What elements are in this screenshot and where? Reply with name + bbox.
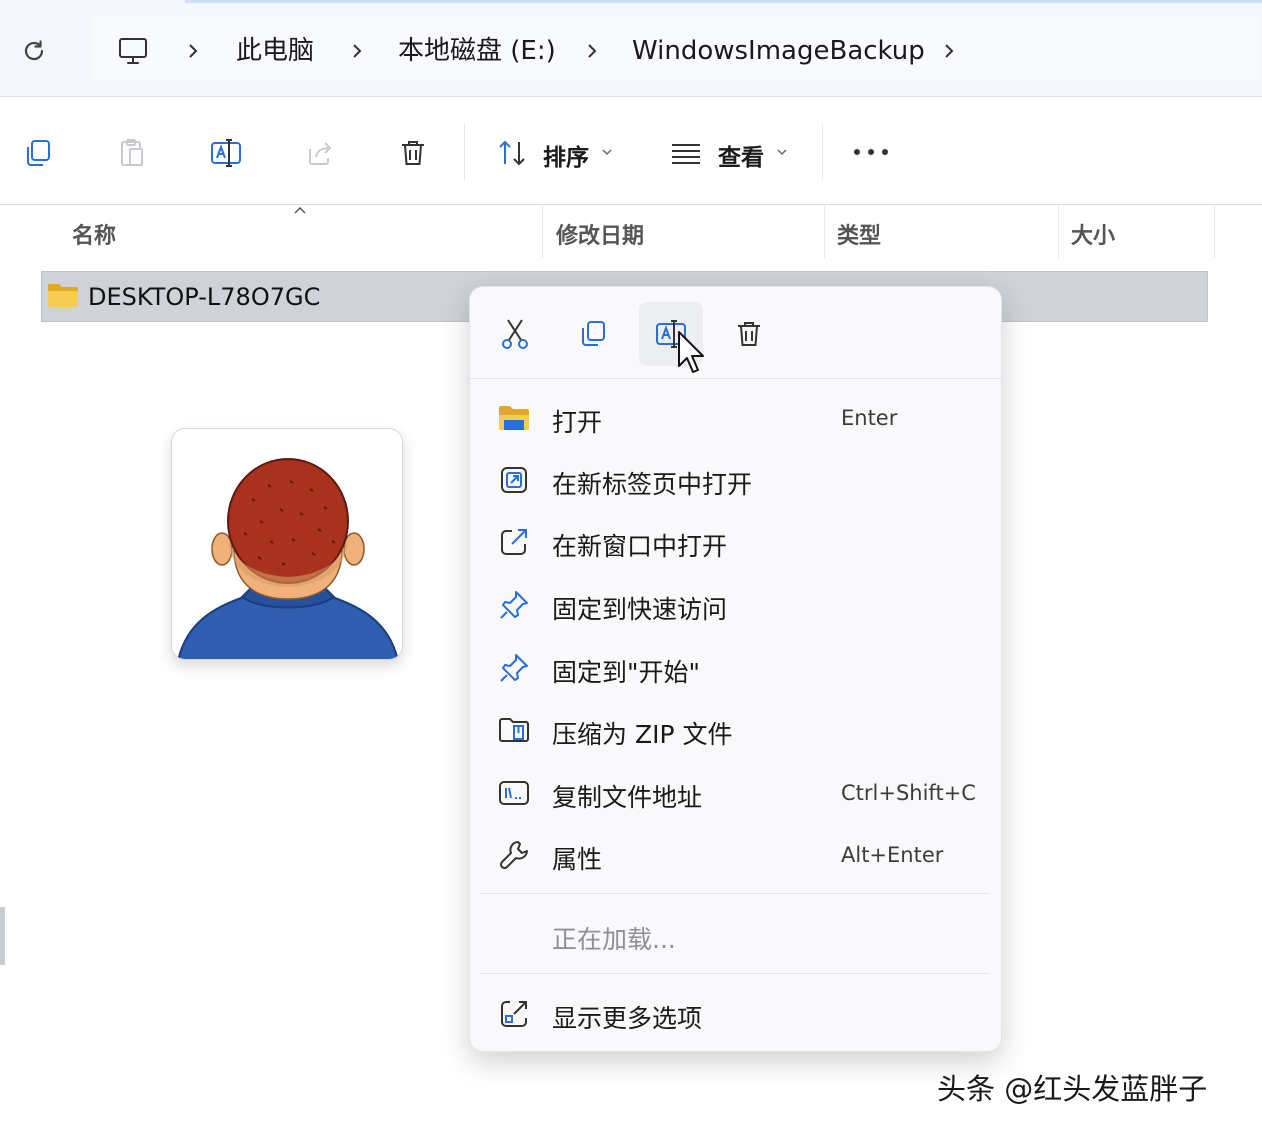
menu-item-pin-start[interactable] — [470, 640, 1001, 696]
copy-icon — [582, 321, 605, 346]
folder-icon — [48, 284, 78, 307]
delete-icon — [402, 141, 424, 165]
dot — [882, 149, 888, 155]
sort-ascending-icon — [294, 206, 306, 214]
chevron-right-icon[interactable] — [585, 39, 599, 63]
command-bar — [0, 97, 1262, 205]
copy-path-icon — [497, 776, 531, 810]
column-header-type[interactable]: 类型 — [837, 218, 881, 250]
sort-icon — [499, 140, 525, 166]
menu-shortcut-properties: Alt+Enter — [841, 843, 944, 867]
toolbar-separator — [464, 124, 465, 180]
menu-item-compress-zip[interactable] — [470, 702, 1001, 758]
chevron-right-icon[interactable] — [186, 39, 200, 63]
menu-label-properties: 属性 — [552, 845, 603, 874]
menu-shortcut-open: Enter — [841, 406, 898, 430]
rename-button[interactable] — [206, 133, 246, 173]
sort-label[interactable]: 排序 — [543, 138, 589, 172]
menu-label-copy-path: 复制文件地址 — [552, 783, 703, 812]
chevron-down-icon[interactable] — [602, 148, 612, 156]
menu-label-open-new-tab: 在新标签页中打开 — [552, 470, 753, 499]
delete-icon — [738, 322, 760, 346]
menu-label-show-more-options: 显示更多选项 — [552, 1004, 703, 1033]
wrench-icon — [497, 838, 531, 872]
share-icon — [309, 142, 332, 165]
chevron-right-icon[interactable] — [350, 39, 364, 63]
column-divider[interactable] — [824, 206, 825, 258]
refresh-icon — [24, 40, 44, 61]
menu-label-compress-zip: 压缩为 ZIP 文件 — [552, 720, 733, 749]
menu-item-show-more-options[interactable] — [470, 986, 1001, 1042]
rename-icon — [211, 139, 241, 167]
menu-item-open[interactable] — [470, 390, 1001, 446]
copy-button[interactable] — [561, 302, 625, 366]
menu-label-open-new-window: 在新窗口中打开 — [552, 532, 728, 561]
breadcrumb-this-pc[interactable]: 此电脑 — [236, 36, 314, 66]
copy-button[interactable] — [18, 133, 58, 173]
tab-strip-edge — [185, 0, 1262, 3]
share-button[interactable] — [300, 133, 340, 173]
column-divider[interactable] — [1214, 206, 1215, 258]
chevron-down-icon[interactable] — [777, 148, 787, 156]
breadcrumb-drive-e[interactable]: 本地磁盘 (E:) — [398, 36, 556, 66]
toolbar-separator — [822, 124, 823, 180]
column-header-modified[interactable]: 修改日期 — [556, 218, 644, 250]
scrollbar-thumb[interactable] — [0, 907, 5, 965]
dot — [854, 149, 860, 155]
paste-button[interactable] — [112, 133, 152, 173]
column-divider[interactable] — [542, 206, 543, 258]
mouse-cursor-icon — [678, 331, 704, 373]
menu-shortcut-copy-path: Ctrl+Shift+C — [841, 781, 976, 805]
refresh-button[interactable] — [16, 33, 52, 69]
cut-button[interactable] — [483, 302, 547, 366]
zip-icon — [497, 713, 531, 747]
column-header-name[interactable]: 名称 — [72, 218, 116, 250]
menu-label-pin-start: 固定到"开始" — [552, 658, 700, 687]
menu-item-pin-quick-access[interactable] — [470, 577, 1001, 633]
folder-open-icon — [497, 401, 531, 435]
more-icon[interactable] — [854, 149, 888, 157]
menu-divider — [480, 973, 990, 974]
column-divider[interactable] — [1058, 206, 1059, 258]
breadcrumb-windowsimagebackup[interactable]: WindowsImageBackup — [632, 36, 925, 66]
dot — [868, 149, 874, 155]
cut-icon — [502, 319, 528, 349]
chevron-right-icon[interactable] — [942, 39, 956, 63]
new-tab-icon — [497, 463, 531, 497]
file-name[interactable]: DESKTOP-L78O7GC — [88, 283, 320, 311]
show-more-icon — [497, 997, 531, 1031]
menu-divider — [470, 378, 1001, 379]
view-label[interactable]: 查看 — [718, 138, 764, 172]
pin-icon — [497, 588, 531, 622]
new-window-icon — [497, 525, 531, 559]
menu-label-open: 打开 — [552, 408, 603, 437]
view-list-icon — [672, 144, 700, 164]
menu-divider — [480, 893, 990, 894]
menu-label-pin-quick-access: 固定到快速访问 — [552, 595, 728, 624]
delete-button[interactable] — [393, 133, 433, 173]
paste-icon — [121, 139, 143, 166]
pin-icon — [497, 651, 531, 685]
view-button[interactable] — [666, 133, 706, 173]
sort-button[interactable] — [493, 133, 533, 173]
column-header-size[interactable]: 大小 — [1071, 218, 1115, 250]
avatar — [171, 428, 403, 660]
menu-loading-text: 正在加载... — [552, 925, 676, 954]
copy-icon — [27, 140, 50, 166]
delete-button[interactable] — [717, 302, 781, 366]
menu-item-open-new-window[interactable] — [470, 514, 1001, 570]
avatar-illustration — [177, 458, 399, 659]
watermark-text: 头条 @红头发蓝胖子 — [937, 1072, 1208, 1106]
this-pc-icon[interactable] — [117, 36, 149, 66]
